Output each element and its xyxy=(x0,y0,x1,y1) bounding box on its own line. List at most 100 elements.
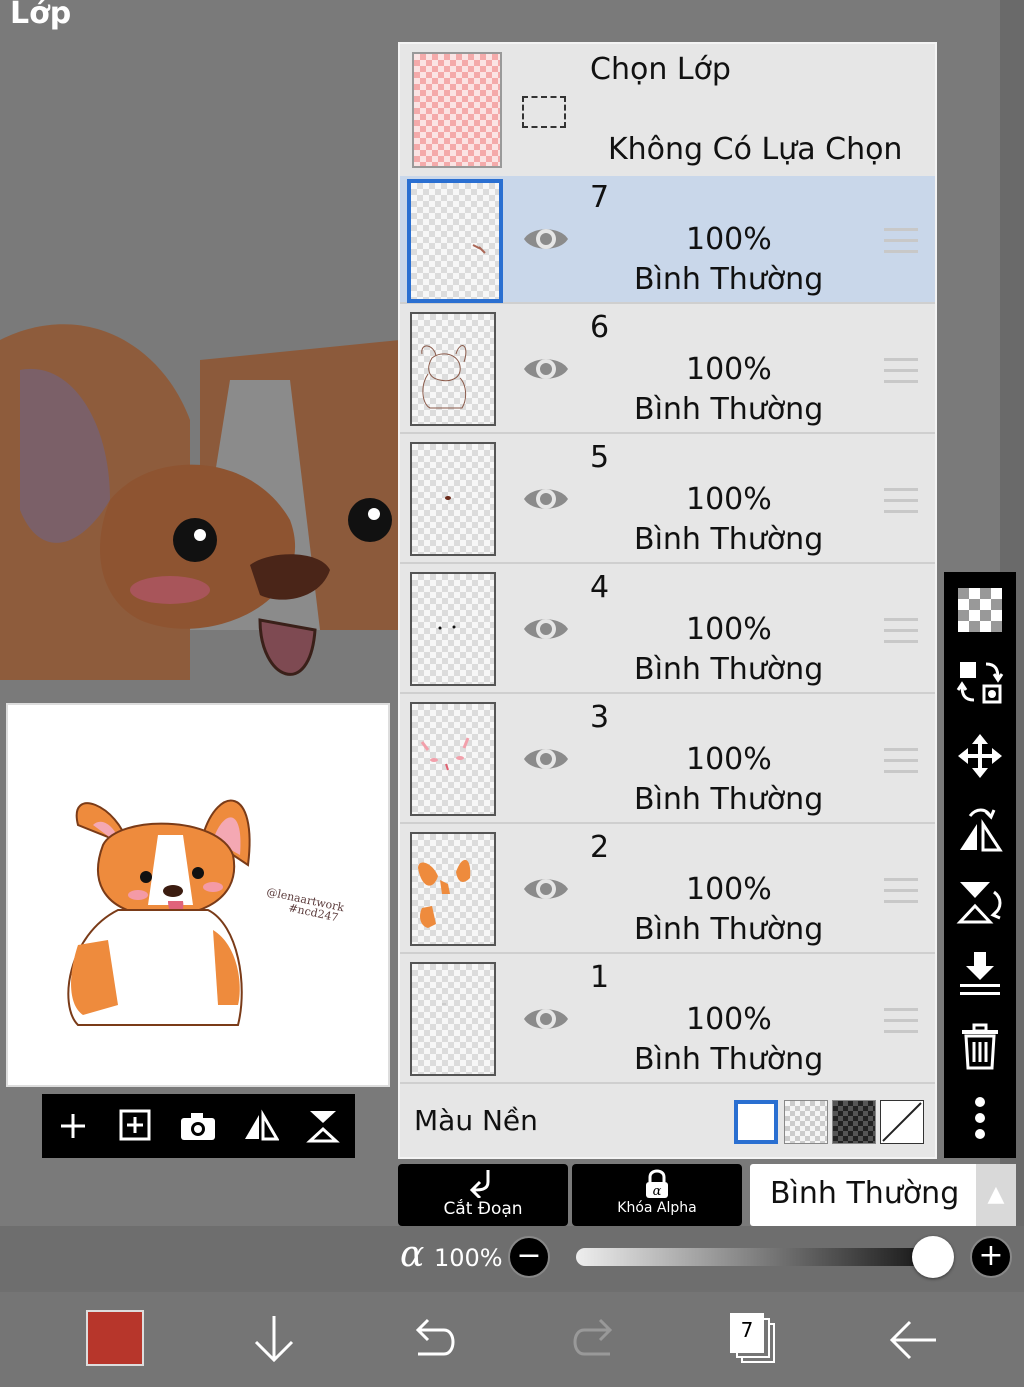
layer-blend-mode: Bình Thường xyxy=(634,262,824,297)
svg-text:α: α xyxy=(653,1184,662,1199)
layer-opacity: 100% xyxy=(686,742,772,777)
clipping-label: Cắt Đoạn xyxy=(443,1199,523,1219)
trash-icon[interactable] xyxy=(956,1022,1004,1070)
layer-blend-mode: Bình Thường xyxy=(634,1042,824,1077)
undo-icon[interactable] xyxy=(404,1310,464,1370)
corgi-preview-image: @lenaartwork #ncd247 xyxy=(67,799,346,1026)
layer-number: 7 xyxy=(590,180,610,215)
layer-number: 5 xyxy=(590,440,610,475)
selection-thumbnail xyxy=(412,52,502,168)
preview-toolbar xyxy=(42,1094,355,1158)
drag-handle-icon[interactable] xyxy=(884,618,918,644)
layer-thumbnail[interactable] xyxy=(410,702,496,816)
opacity-slider-knob[interactable] xyxy=(912,1236,954,1278)
layers-panel: Chọn Lớp Không Có Lựa Chọn 7 100% Bình Thư… xyxy=(398,42,937,1159)
opacity-increase-button[interactable]: + xyxy=(970,1236,1012,1278)
screen-title: Lớp xyxy=(10,0,72,31)
layer-number: 1 xyxy=(590,960,610,995)
flip-vertical-tool-icon[interactable] xyxy=(956,878,1004,926)
transfer-layer-icon[interactable] xyxy=(956,658,1004,706)
layer-thumbnail[interactable] xyxy=(410,442,496,556)
merge-down-icon[interactable] xyxy=(956,950,1004,998)
drag-handle-icon[interactable] xyxy=(884,1008,918,1034)
layer-row[interactable]: 3 100% Bình Thường xyxy=(400,696,935,824)
current-color-swatch[interactable] xyxy=(86,1310,144,1366)
bg-none-swatch[interactable] xyxy=(880,1100,924,1144)
camera-icon[interactable] xyxy=(176,1104,220,1148)
clipping-button[interactable]: Cắt Đoạn xyxy=(398,1164,568,1226)
layer-blend-mode: Bình Thường xyxy=(634,782,824,817)
redo-icon[interactable] xyxy=(564,1310,624,1370)
visibility-eye-icon[interactable] xyxy=(522,742,570,776)
more-options-icon[interactable] xyxy=(956,1094,1004,1142)
flip-vertical-icon[interactable] xyxy=(302,1104,346,1148)
clip-arrow-icon xyxy=(469,1170,490,1200)
blend-mode-select[interactable]: Bình Thường ▲ xyxy=(750,1164,1016,1226)
visibility-eye-icon[interactable] xyxy=(522,482,570,516)
layer-number: 3 xyxy=(590,700,610,735)
layer-opacity: 100% xyxy=(686,222,772,257)
blend-mode-value: Bình Thường xyxy=(770,1176,960,1211)
alpha-symbol: α xyxy=(400,1234,425,1275)
add-layer-icon[interactable] xyxy=(114,1104,158,1148)
layer-thumbnail[interactable] xyxy=(407,179,503,303)
selection-marquee-icon xyxy=(522,96,566,128)
layer-row[interactable]: 5 100% Bình Thường xyxy=(400,436,935,564)
visibility-eye-icon[interactable] xyxy=(522,612,570,646)
layer-row[interactable]: 1 100% Bình Thường xyxy=(400,956,935,1084)
visibility-eye-icon[interactable] xyxy=(522,352,570,386)
drag-handle-icon[interactable] xyxy=(884,878,918,904)
layer-thumbnail[interactable] xyxy=(410,962,496,1076)
layer-row[interactable]: 4 100% Bình Thường xyxy=(400,566,935,694)
selection-title: Chọn Lớp xyxy=(590,52,731,87)
drag-handle-icon[interactable] xyxy=(884,228,918,254)
flip-horizontal-tool-icon[interactable] xyxy=(956,806,1004,854)
move-icon[interactable] xyxy=(956,732,1004,780)
layer-blend-mode: Bình Thường xyxy=(634,652,824,687)
blend-mode-arrow-icon[interactable]: ▲ xyxy=(976,1164,1016,1226)
drag-handle-icon[interactable] xyxy=(884,748,918,774)
opacity-decrease-button[interactable]: − xyxy=(508,1236,550,1278)
checkerboard-icon[interactable] xyxy=(956,586,1004,634)
add-icon[interactable] xyxy=(51,1104,95,1148)
visibility-eye-icon[interactable] xyxy=(522,872,570,906)
layer-thumbnail[interactable] xyxy=(410,572,496,686)
canvas-artwork xyxy=(0,324,400,680)
bottom-toolbar: 7 xyxy=(0,1292,1024,1387)
alpha-lock-button[interactable]: α Khóa Alpha xyxy=(572,1164,742,1226)
back-arrow-icon[interactable] xyxy=(884,1310,944,1370)
layer-count: 7 xyxy=(740,1318,754,1342)
selection-status: Không Có Lựa Chọn xyxy=(608,132,903,167)
bg-white-swatch[interactable] xyxy=(734,1100,778,1144)
layer-thumbnail[interactable] xyxy=(410,312,496,426)
canvas-preview[interactable]: @lenaartwork #ncd247 xyxy=(6,703,390,1087)
layers-button[interactable]: 7 xyxy=(724,1310,784,1370)
download-arrow-icon[interactable] xyxy=(244,1310,304,1370)
layer-number: 2 xyxy=(590,830,610,865)
layer-opacity: 100% xyxy=(686,612,772,647)
layer-row[interactable]: 2 100% Bình Thường xyxy=(400,826,935,954)
visibility-eye-icon[interactable] xyxy=(522,222,570,256)
opacity-slider[interactable] xyxy=(576,1248,936,1266)
flip-horizontal-icon[interactable] xyxy=(239,1104,283,1148)
layer-row[interactable]: 6 100% Bình Thường xyxy=(400,306,935,434)
alpha-lock-label: Khóa Alpha xyxy=(617,1200,697,1216)
bg-dark-swatch[interactable] xyxy=(832,1100,876,1144)
selection-layer-row[interactable]: Chọn Lớp Không Có Lựa Chọn xyxy=(400,44,935,178)
layer-blend-mode: Bình Thường xyxy=(634,392,824,427)
layer-opacity: 100% xyxy=(686,1002,772,1037)
visibility-eye-icon[interactable] xyxy=(522,1002,570,1036)
opacity-value: 100% xyxy=(434,1244,503,1272)
opacity-row: α 100% − + xyxy=(0,1226,1024,1290)
layer-opacity: 100% xyxy=(686,872,772,907)
background-label: Màu Nền xyxy=(414,1104,538,1137)
drag-handle-icon[interactable] xyxy=(884,488,918,514)
layer-thumbnail[interactable] xyxy=(410,832,496,946)
background-color-row: Màu Nền xyxy=(400,1088,935,1158)
drag-handle-icon[interactable] xyxy=(884,358,918,384)
layer-number: 4 xyxy=(590,570,610,605)
bg-transparent-swatch[interactable] xyxy=(784,1100,828,1144)
layer-opacity: 100% xyxy=(686,352,772,387)
layer-row[interactable]: 7 100% Bình Thường xyxy=(400,176,935,304)
layer-number: 6 xyxy=(590,310,610,345)
